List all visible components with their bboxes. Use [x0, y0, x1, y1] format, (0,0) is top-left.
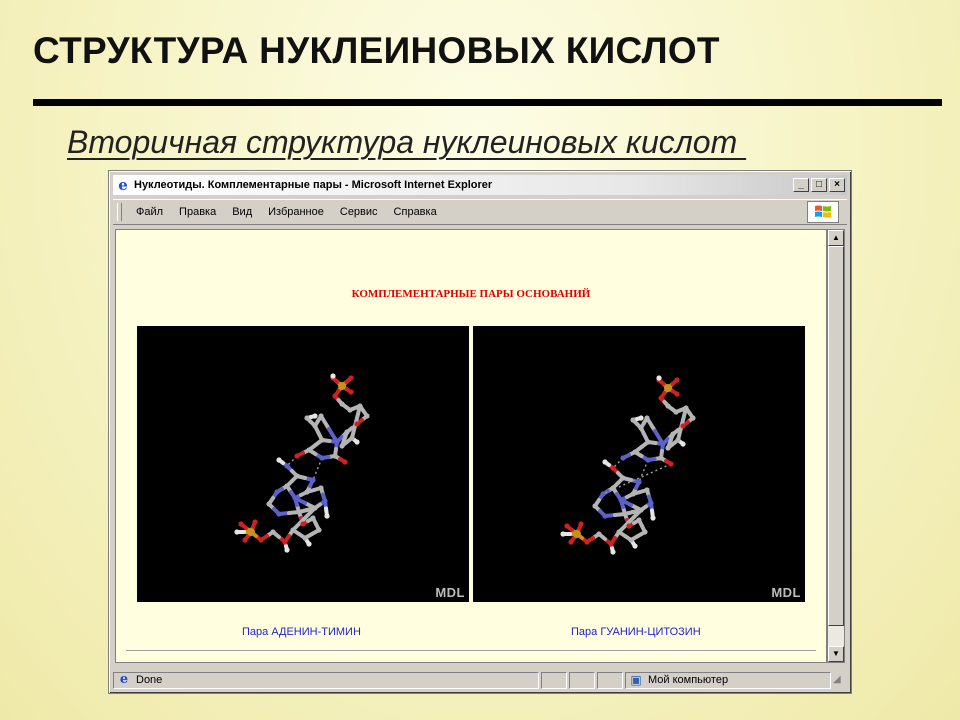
scroll-down-button[interactable]: ▼ [828, 646, 844, 662]
status-text: Done [136, 674, 163, 686]
menu-help[interactable]: Справка [386, 206, 445, 218]
zone-text: Мой компьютер [648, 674, 729, 686]
status-main: e Done [113, 671, 539, 689]
browser-window: e Нуклеотиды. Комплементарные пары - Mic… [108, 170, 852, 694]
status-pane [597, 671, 623, 689]
menu-favorites[interactable]: Избранное [260, 206, 332, 218]
maximize-button[interactable]: □ [811, 178, 827, 192]
page-heading: КОМПЛЕМЕНТАРНЫЕ ПАРЫ ОСНОВАНИЙ [351, 288, 591, 300]
status-pane [569, 671, 595, 689]
scroll-thumb[interactable] [828, 246, 844, 626]
vertical-scrollbar[interactable]: ▲ ▼ [827, 229, 845, 663]
molecule-viewer-adenine-thymine[interactable]: MDL [137, 326, 469, 602]
status-bar: e Done ▣ Мой компьютер ◢ [113, 670, 847, 690]
windows-logo-icon [807, 201, 839, 223]
scroll-up-button[interactable]: ▲ [828, 230, 844, 246]
menu-bar: Файл Правка Вид Избранное Сервис Справка [113, 199, 847, 225]
adenine-thymine-model [234, 373, 370, 553]
menu-tools[interactable]: Сервис [332, 206, 386, 218]
title-divider [33, 99, 942, 106]
page-viewport: КОМПЛЕМЕНТАРНЫЕ ПАРЫ ОСНОВАНИЙ MDL MDL П… [115, 229, 827, 663]
menu-view[interactable]: Вид [224, 206, 260, 218]
mdl-watermark: MDL [435, 585, 465, 600]
status-zone: ▣ Мой компьютер [625, 671, 831, 689]
menu-edit[interactable]: Правка [171, 206, 224, 218]
caption-guanine-cytosine[interactable]: Пара ГУАНИН-ЦИТОЗИН [571, 626, 701, 638]
menu-file[interactable]: Файл [128, 206, 171, 218]
page-divider [126, 650, 816, 652]
window-title: Нуклеотиды. Комплементарные пары - Micro… [134, 179, 493, 191]
window-controls: _ □ × [793, 178, 845, 192]
my-computer-icon: ▣ [630, 673, 642, 687]
slide-subtitle: Вторичная структура нуклеиновых кислот [67, 124, 747, 160]
resize-grip-handle[interactable]: ◢ [833, 673, 847, 687]
page-document: КОМПЛЕМЕНТАРНЫЕ ПАРЫ ОСНОВАНИЙ MDL MDL П… [116, 230, 826, 662]
page-done-icon: e [119, 672, 129, 687]
molecule-viewer-guanine-cytosine[interactable]: MDL [473, 326, 805, 602]
internet-explorer-icon: e [118, 176, 128, 194]
close-button[interactable]: × [829, 178, 845, 192]
mdl-watermark: MDL [771, 585, 801, 600]
slide-title: СТРУКТУРА НУКЛЕИНОВЫХ КИСЛОТ [33, 30, 720, 71]
caption-adenine-thymine[interactable]: Пара АДЕНИН-ТИМИН [242, 626, 361, 638]
window-titlebar[interactable]: e Нуклеотиды. Комплементарные пары - Mic… [113, 175, 847, 195]
guanine-cytosine-model [560, 375, 696, 555]
status-pane [541, 671, 567, 689]
toolbar-grip-handle[interactable] [117, 203, 122, 221]
minimize-button[interactable]: _ [793, 178, 809, 192]
